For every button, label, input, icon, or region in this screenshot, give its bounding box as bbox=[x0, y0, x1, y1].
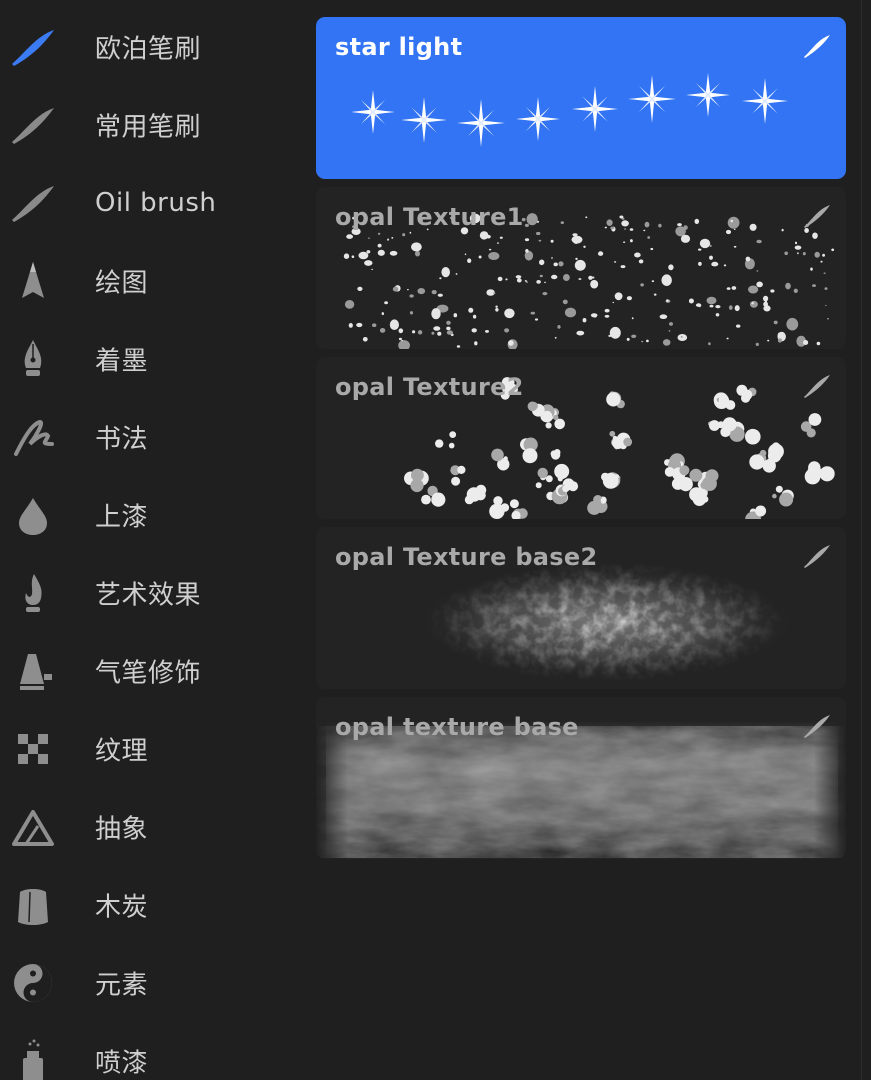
brush-name: opal Texture base2 bbox=[335, 543, 598, 571]
brush-card-star-light[interactable]: star light bbox=[316, 17, 846, 179]
yin-yang-icon bbox=[10, 960, 56, 1006]
calligraphy-icon bbox=[10, 414, 56, 460]
brush-card-opal-texture2[interactable]: opal Texture2 bbox=[316, 357, 846, 519]
brush-set-item[interactable]: 木炭 bbox=[0, 866, 300, 944]
brush-stroke-icon bbox=[10, 180, 56, 226]
brush-set-label: 常用笔刷 bbox=[95, 112, 202, 143]
brush-sets-sidebar: 欧泊笔刷 常用笔刷 Oil brush 绘图 着墨 书法 上漆 艺术效果 气笔修… bbox=[0, 0, 300, 1080]
brush-name: star light bbox=[335, 33, 463, 61]
brush-set-item[interactable]: 艺术效果 bbox=[0, 554, 300, 632]
brush-set-item[interactable]: 喷漆 bbox=[0, 1022, 300, 1080]
brush-set-label: 绘图 bbox=[95, 268, 149, 299]
brush-set-label: 艺术效果 bbox=[95, 580, 202, 611]
brush-card-opal-texture1[interactable]: opal Texture1 bbox=[316, 187, 846, 349]
brush-stroke-icon bbox=[802, 373, 832, 399]
brush-stroke-icon bbox=[802, 543, 832, 569]
brush-stroke-icon bbox=[10, 102, 56, 148]
brush-name: opal texture base bbox=[335, 713, 579, 741]
brush-set-label: 上漆 bbox=[95, 502, 149, 533]
brush-set-item[interactable]: 欧泊笔刷 bbox=[0, 8, 300, 86]
brush-set-item[interactable]: 绘图 bbox=[0, 242, 300, 320]
brush-set-label: 欧泊笔刷 bbox=[95, 34, 202, 65]
brush-stroke-icon bbox=[802, 713, 832, 739]
pen-nib-icon bbox=[10, 336, 56, 382]
spray-can-icon bbox=[10, 1038, 56, 1080]
paint-drop-icon bbox=[10, 492, 56, 538]
brush-stroke-icon bbox=[10, 24, 56, 70]
brush-set-item[interactable]: 着墨 bbox=[0, 320, 300, 398]
brush-set-label: 气笔修饰 bbox=[95, 658, 202, 689]
brush-card-opal-texture-base[interactable]: opal texture base bbox=[316, 697, 846, 859]
brush-set-label: 书法 bbox=[95, 424, 149, 455]
brush-name: opal Texture2 bbox=[335, 373, 524, 401]
brush-set-label: 着墨 bbox=[95, 346, 149, 377]
brush-stroke-icon bbox=[802, 203, 832, 229]
brush-set-item[interactable]: 常用笔刷 bbox=[0, 86, 300, 164]
brush-set-label: 抽象 bbox=[95, 814, 149, 845]
brush-library: 欧泊笔刷 常用笔刷 Oil brush 绘图 着墨 书法 上漆 艺术效果 气笔修… bbox=[0, 0, 871, 1080]
brush-set-label: 元素 bbox=[95, 970, 149, 1001]
airbrush-icon bbox=[10, 648, 56, 694]
brush-set-item[interactable]: 纹理 bbox=[0, 710, 300, 788]
brush-card-opal-texture-base2[interactable]: opal Texture base2 bbox=[316, 527, 846, 689]
brush-set-item[interactable]: 元素 bbox=[0, 944, 300, 1022]
brush-stroke-icon bbox=[802, 33, 832, 59]
brush-set-item[interactable]: 抽象 bbox=[0, 788, 300, 866]
brush-set-label: 喷漆 bbox=[95, 1048, 149, 1079]
brush-set-label: 纹理 bbox=[95, 736, 149, 767]
triangle-icon bbox=[10, 804, 56, 850]
brush-set-item[interactable]: 上漆 bbox=[0, 476, 300, 554]
flame-icon bbox=[10, 570, 56, 616]
scroll-edge bbox=[861, 0, 862, 1080]
brush-set-item[interactable]: 书法 bbox=[0, 398, 300, 476]
brush-set-label: 木炭 bbox=[95, 892, 149, 923]
checkerboard-icon bbox=[10, 726, 56, 772]
brush-name: opal Texture1 bbox=[335, 203, 524, 231]
brush-set-label: Oil brush bbox=[95, 188, 217, 218]
brush-set-item[interactable]: Oil brush bbox=[0, 164, 300, 242]
brush-set-item[interactable]: 气笔修饰 bbox=[0, 632, 300, 710]
pencil-tip-icon bbox=[10, 258, 56, 304]
charcoal-icon bbox=[10, 882, 56, 928]
